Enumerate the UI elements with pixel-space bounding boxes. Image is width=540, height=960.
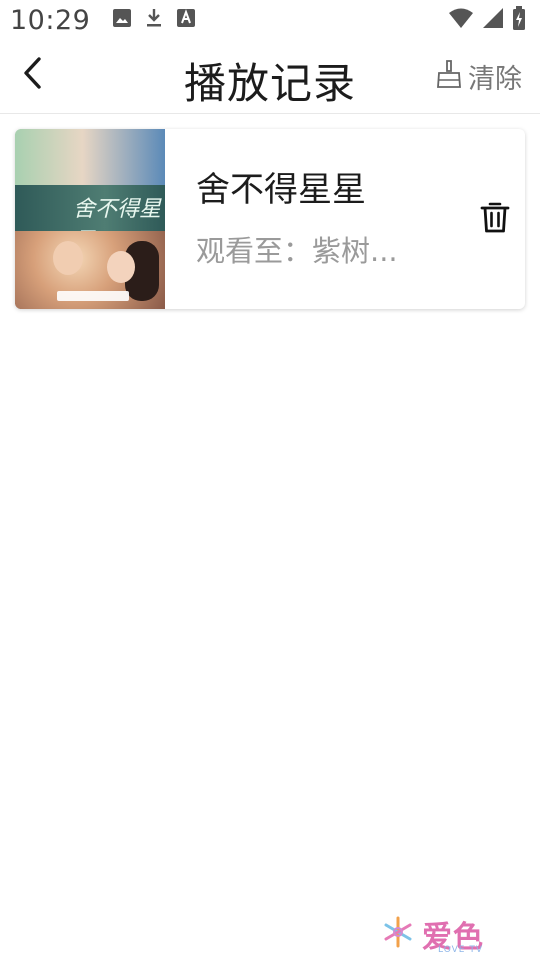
- clear-button[interactable]: 清除: [436, 56, 522, 96]
- watermark-subtext: LOVE TV: [438, 945, 483, 955]
- card-info: 舍不得星星 观看至：紫树...: [196, 167, 456, 271]
- watermark: 爱色 LOVE TV: [380, 912, 510, 960]
- poster-image: 舍不得星星: [15, 129, 165, 309]
- download-icon: [144, 7, 164, 33]
- signal-icon: [482, 7, 504, 33]
- image-icon: [112, 8, 132, 32]
- delete-button[interactable]: [479, 201, 511, 237]
- status-icons-right: [448, 6, 526, 34]
- status-bar: 10:29: [0, 0, 540, 40]
- status-icons-left: [112, 7, 196, 33]
- status-time: 10:29: [10, 4, 91, 36]
- snowflake-logo-icon: [380, 912, 416, 956]
- header: 播放记录 清除: [0, 40, 540, 114]
- trash-icon: [480, 200, 510, 238]
- item-progress: 观看至：紫树...: [196, 234, 398, 268]
- item-title: 舍不得星星: [196, 170, 366, 210]
- keyboard-a-icon: [176, 8, 196, 32]
- history-item[interactable]: 舍不得星星 舍不得星星 观看至：紫树...: [15, 129, 525, 309]
- watermark-text-group: 爱色 LOVE TV: [422, 912, 502, 956]
- clear-label: 清除: [468, 63, 522, 95]
- history-list: 舍不得星星 舍不得星星 观看至：紫树...: [15, 129, 525, 309]
- screen: 10:29 播放记录 清除 舍不得星 舍不得星星 观看至：紫树... 爱色 LO…: [0, 0, 540, 960]
- battery-charging-icon: [512, 6, 526, 34]
- broom-icon: [436, 59, 462, 93]
- wifi-icon: [448, 7, 474, 33]
